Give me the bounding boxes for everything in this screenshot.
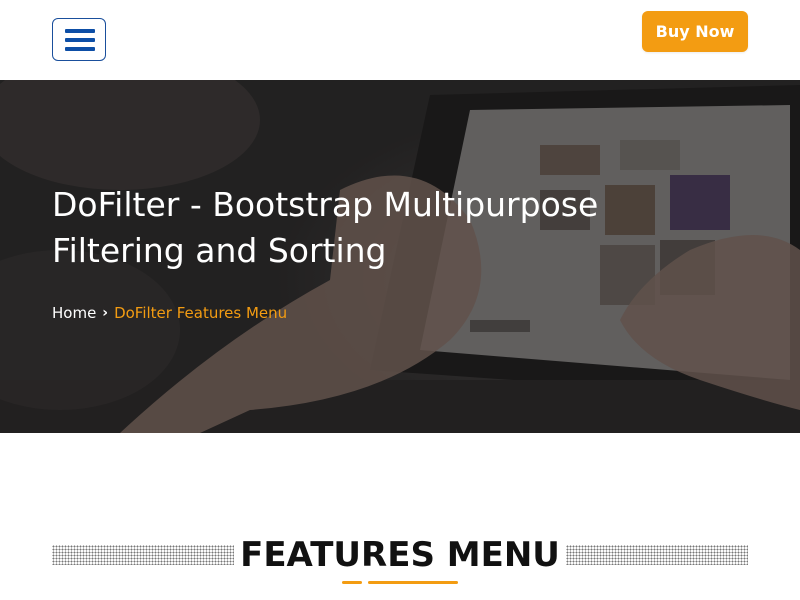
page-title: DoFilter - Bootstrap Multipurpose Filter… (52, 182, 712, 274)
hamburger-menu-icon-bar (65, 38, 95, 42)
features-heading-light: FEATURES (240, 535, 447, 575)
page-title-line-1: DoFilter - Bootstrap Multipurpose (52, 185, 599, 224)
hamburger-menu-button[interactable] (52, 18, 106, 61)
features-heading: FEATURES MENU (234, 533, 566, 577)
hamburger-menu-icon (65, 29, 95, 33)
chevron-right-icon: › (102, 305, 109, 321)
hamburger-menu-icon-bar (65, 47, 95, 51)
hero-banner: DoFilter - Bootstrap Multipurpose Filter… (0, 80, 800, 433)
heading-underline-short (342, 581, 362, 584)
heading-underline-long (368, 581, 458, 584)
features-section: FEATURES MENU (0, 433, 800, 600)
top-header: Buy Now (0, 0, 800, 80)
page: Buy Now DoFilter - Bootstrap Multipurpos… (0, 0, 800, 600)
heading-divider-right (566, 545, 748, 565)
breadcrumb-current-page: DoFilter Features Menu (114, 304, 288, 322)
breadcrumb: Home › DoFilter Features Menu (52, 303, 287, 323)
page-title-line-2: Filtering and Sorting (52, 231, 387, 270)
buy-now-button[interactable]: Buy Now (642, 11, 748, 52)
features-heading-bold: MENU (446, 535, 560, 575)
heading-divider-left (52, 545, 234, 565)
breadcrumb-home-link[interactable]: Home (52, 304, 96, 322)
